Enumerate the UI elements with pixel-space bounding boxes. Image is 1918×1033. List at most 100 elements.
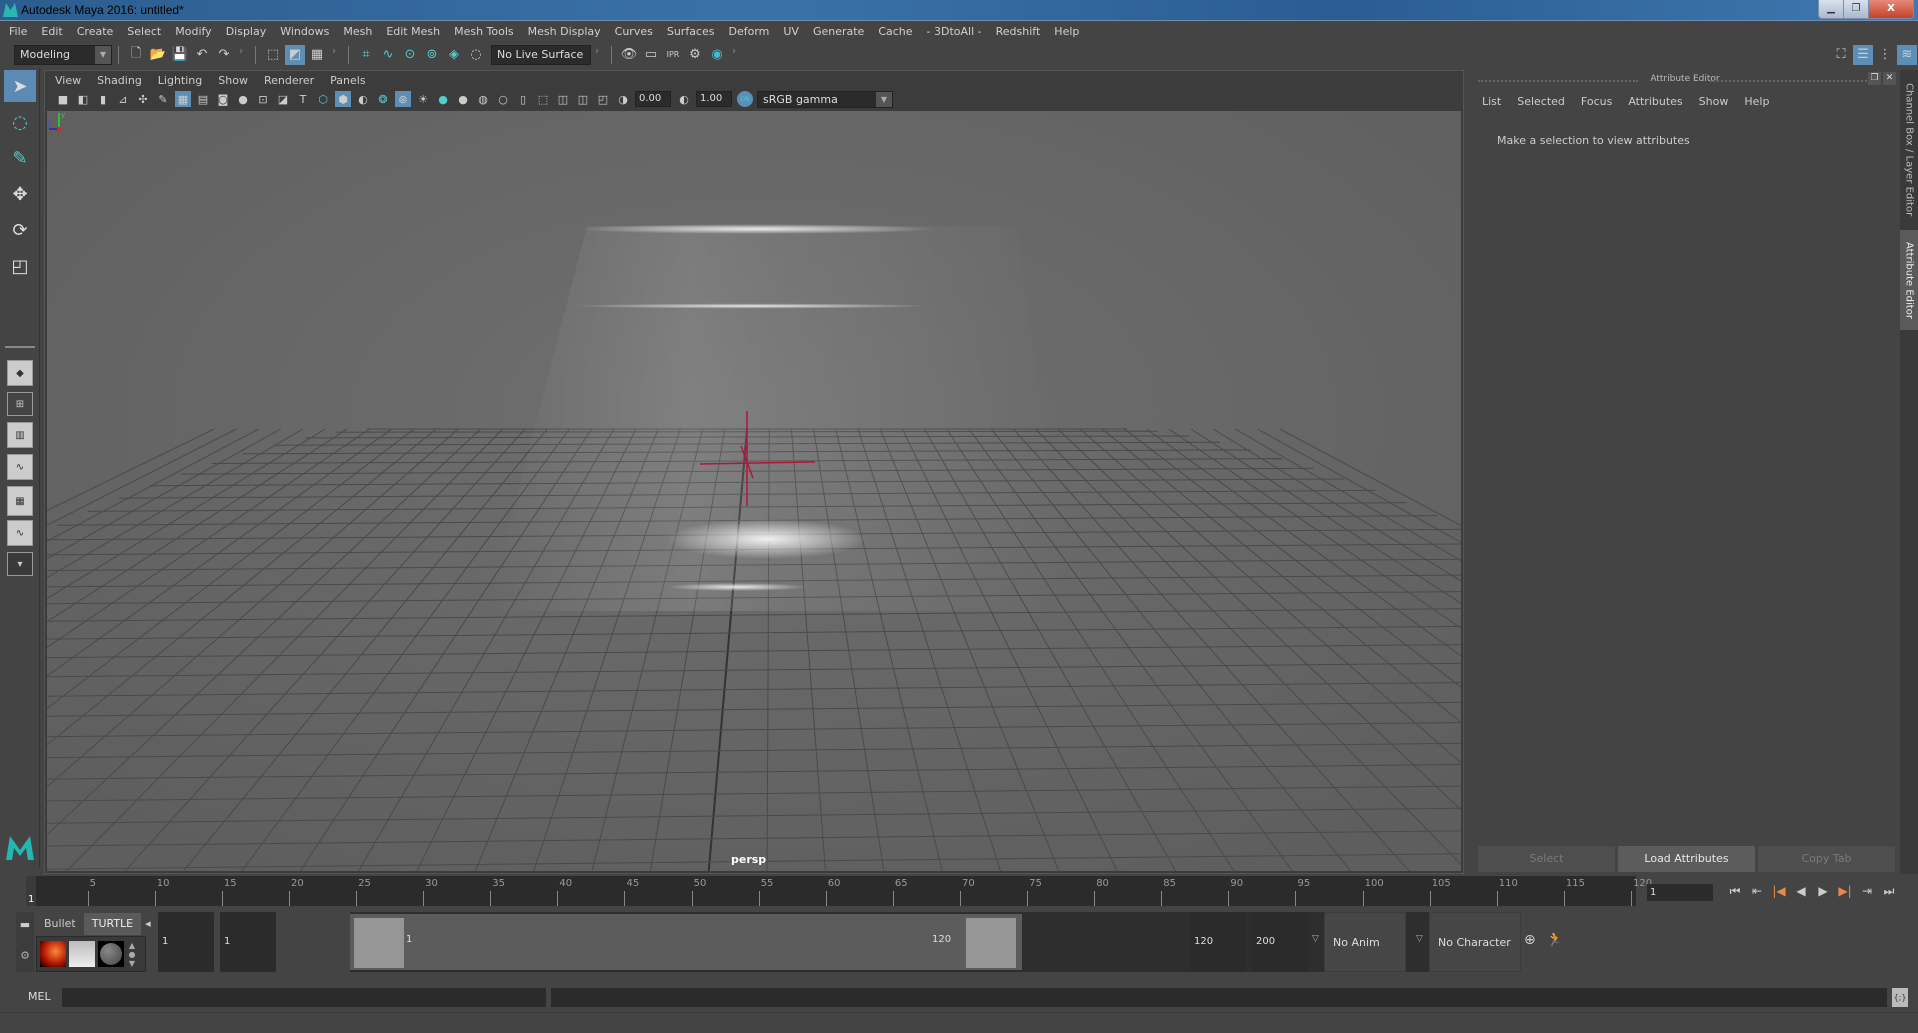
snap-view-plane-icon[interactable]: ⊚ <box>422 45 442 65</box>
gate-mask-icon[interactable]: ● <box>235 91 251 107</box>
close-panel-icon[interactable]: ✕ <box>1883 72 1896 85</box>
undo-icon[interactable]: ↶ <box>192 45 212 65</box>
textured-icon[interactable]: ❂ <box>375 91 391 107</box>
menu-mesh-display[interactable]: Mesh Display <box>528 25 601 38</box>
menu-uv[interactable]: UV <box>783 25 799 38</box>
shelf-scroll-icon[interactable]: ▲ ● ▼ <box>127 941 137 968</box>
attribute-editor-toggle-icon[interactable]: ☰ <box>1853 44 1873 65</box>
range-start-handle[interactable] <box>354 918 404 968</box>
menu-edit[interactable]: Edit <box>41 25 62 38</box>
move-tool[interactable]: ✥ <box>4 178 36 210</box>
toolbox-more-button[interactable]: ▾ <box>7 552 33 576</box>
safe-title-icon[interactable]: T <box>295 91 311 107</box>
panel-menu-show[interactable]: Show <box>218 74 248 87</box>
shelf-settings-icon[interactable]: ⚙ <box>16 949 34 962</box>
menu-windows[interactable]: Windows <box>280 25 329 38</box>
auto-key-icon[interactable]: ⊕ <box>1524 932 1536 948</box>
ae-menu-selected[interactable]: Selected <box>1517 95 1565 108</box>
panel-menu-view[interactable]: View <box>55 74 81 87</box>
resolution-gate-icon[interactable]: ◙ <box>215 91 231 107</box>
select-tool[interactable]: ➤ <box>4 70 36 102</box>
exposure-field[interactable]: 0.00 <box>635 91 671 107</box>
ae-menu-list[interactable]: List <box>1482 95 1501 108</box>
menu-cache[interactable]: Cache <box>878 25 912 38</box>
live-surface-field[interactable]: No Live Surface <box>491 44 591 65</box>
panel-menu-shading[interactable]: Shading <box>97 74 142 87</box>
select-by-hierarchy-icon[interactable]: ⬚ <box>263 45 283 65</box>
start-time-field[interactable]: 1 <box>158 912 214 972</box>
playback-start-field[interactable]: 1 <box>220 912 276 972</box>
backface-culling-icon[interactable]: ◰ <box>595 91 611 107</box>
ipr-render-icon[interactable]: IPR <box>663 45 683 65</box>
collapse-handle-icon[interactable]: › <box>732 46 738 64</box>
exposure-icon[interactable]: ◑ <box>615 91 631 107</box>
chevron-down-icon[interactable]: ▽ <box>1416 934 1423 944</box>
image-plane-icon[interactable]: ⊿ <box>115 91 131 107</box>
select-button[interactable]: Select <box>1478 846 1615 872</box>
hypershade-persp-layout[interactable]: ∿ <box>7 520 33 546</box>
turtle-render-settings-icon[interactable] <box>69 941 95 967</box>
persp-outliner-layout[interactable]: ▥ <box>7 422 33 448</box>
collapse-handle-icon[interactable]: › <box>239 46 245 64</box>
step-forward-frame-button[interactable]: ⇥ <box>1856 884 1878 899</box>
range-end-handle[interactable] <box>966 918 1016 968</box>
shelf-menu-icon[interactable]: ▬ <box>16 918 34 931</box>
ae-menu-help[interactable]: Help <box>1744 95 1769 108</box>
field-chart-icon[interactable]: ⊡ <box>255 91 271 107</box>
scale-tool[interactable]: ◰ <box>4 250 36 282</box>
snap-point-icon[interactable]: ⊙ <box>400 45 420 65</box>
workspace-dropdown[interactable]: Modeling ▼ <box>14 44 112 65</box>
save-scene-icon[interactable]: 💾 <box>170 45 190 65</box>
xray-active-icon[interactable]: ◫ <box>575 91 591 107</box>
ae-menu-show[interactable]: Show <box>1699 95 1729 108</box>
use-all-lights-icon[interactable]: ⊛ <box>395 91 411 107</box>
lasso-tool[interactable]: ◌ <box>4 106 36 138</box>
menu-surfaces[interactable]: Surfaces <box>667 25 715 38</box>
script-editor-icon[interactable]: {;} <box>1892 988 1908 1007</box>
select-by-object-icon[interactable]: ◩ <box>285 44 305 65</box>
restore-button[interactable]: ❐ <box>1844 0 1869 18</box>
load-attributes-button[interactable]: Load Attributes <box>1618 846 1755 872</box>
menu-help[interactable]: Help <box>1054 25 1079 38</box>
hypershade-icon[interactable]: ◉ <box>707 45 727 65</box>
safe-action-icon[interactable]: ◪ <box>275 91 291 107</box>
camera-icon[interactable]: ■ <box>55 91 71 107</box>
rotate-tool[interactable]: ⟳ <box>4 214 36 246</box>
redo-icon[interactable]: ↷ <box>214 45 234 65</box>
depth-of-field-icon[interactable]: ▯ <box>515 91 531 107</box>
menu-3dtoall[interactable]: - 3DtoAll - <box>927 25 982 38</box>
turtle-bake-icon[interactable] <box>40 941 66 967</box>
persp-graph-layout[interactable]: ∿ <box>7 454 33 480</box>
panel-menu-renderer[interactable]: Renderer <box>264 74 314 87</box>
step-back-key-button[interactable]: |◀ <box>1768 884 1790 899</box>
ae-menu-focus[interactable]: Focus <box>1581 95 1612 108</box>
panel-menu-lighting[interactable]: Lighting <box>158 74 202 87</box>
wireframe-on-shaded-icon[interactable]: ◐ <box>355 91 371 107</box>
menu-mesh[interactable]: Mesh <box>343 25 372 38</box>
collapse-handle-icon[interactable]: › <box>595 46 601 64</box>
snap-make-live-icon[interactable]: ◌ <box>466 45 486 65</box>
chevron-down-icon[interactable]: ▽ <box>1312 934 1319 944</box>
tab-channel-box[interactable]: Channel Box / Layer Editor <box>1900 80 1918 220</box>
menu-edit-mesh[interactable]: Edit Mesh <box>386 25 440 38</box>
select-by-component-icon[interactable]: ▦ <box>307 45 327 65</box>
modeling-toolkit-icon[interactable]: ⛶ <box>1831 45 1851 65</box>
channel-box-icon[interactable]: ≋ <box>1897 44 1917 65</box>
3d-viewport[interactable]: persp y z <box>47 111 1461 871</box>
turtle-shader-icon[interactable] <box>98 941 124 967</box>
open-scene-icon[interactable]: 📂 <box>148 45 168 65</box>
wireframe-icon[interactable]: ⬡ <box>315 91 331 107</box>
shadows-icon[interactable]: ☀ <box>415 91 431 107</box>
menu-redshift[interactable]: Redshift <box>996 25 1041 38</box>
character-set-dropdown[interactable]: No Character Set <box>1429 912 1521 1009</box>
anti-aliasing-icon[interactable]: ○ <box>495 91 511 107</box>
menu-display[interactable]: Display <box>226 25 267 38</box>
menu-select[interactable]: Select <box>127 25 161 38</box>
menu-generate[interactable]: Generate <box>813 25 864 38</box>
gamma-field[interactable]: 1.00 <box>696 91 732 107</box>
gamma-icon[interactable]: ◐ <box>676 91 692 107</box>
smooth-shade-icon[interactable]: ⬢ <box>335 91 351 107</box>
go-to-end-button[interactable]: ⏭ <box>1878 884 1900 899</box>
menu-file[interactable]: File <box>9 25 27 38</box>
step-back-frame-button[interactable]: ⇤ <box>1746 884 1768 899</box>
